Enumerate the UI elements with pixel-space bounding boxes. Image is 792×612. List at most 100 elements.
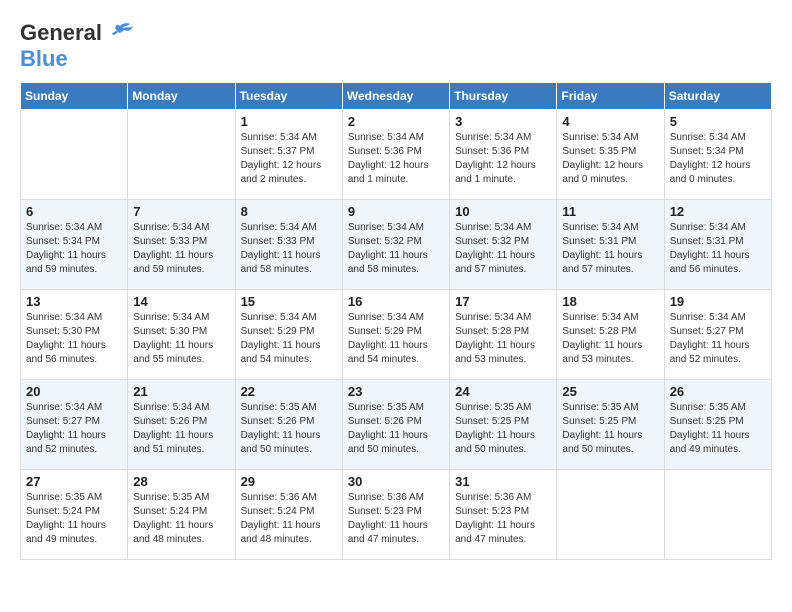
day-info: Sunrise: 5:34 AMSunset: 5:37 PMDaylight:… <box>241 131 337 187</box>
calendar-cell: 22Sunrise: 5:35 AMSunset: 5:26 PMDayligh… <box>235 380 342 470</box>
day-number: 4 <box>562 114 658 129</box>
day-number: 25 <box>562 384 658 399</box>
calendar-cell: 13Sunrise: 5:34 AMSunset: 5:30 PMDayligh… <box>21 290 128 380</box>
day-number: 21 <box>133 384 229 399</box>
day-number: 30 <box>348 474 444 489</box>
daylight-text: Daylight: 11 hours and 50 minutes. <box>562 429 658 457</box>
sunrise-text: Sunrise: 5:34 AM <box>455 131 551 145</box>
daylight-text: Daylight: 11 hours and 48 minutes. <box>241 519 337 547</box>
sunset-text: Sunset: 5:23 PM <box>455 505 551 519</box>
day-info: Sunrise: 5:35 AMSunset: 5:24 PMDaylight:… <box>26 491 122 547</box>
day-number: 12 <box>670 204 766 219</box>
day-info: Sunrise: 5:34 AMSunset: 5:31 PMDaylight:… <box>670 221 766 277</box>
calendar-week-4: 20 Sunrise: 5:34 AMSunset: 5:27 PMDayligh… <box>21 380 772 470</box>
day-number: 8 <box>241 204 337 219</box>
calendar-header-row: SundayMondayTuesdayWednesdayThursdayFrid… <box>21 83 772 110</box>
sunset-text: Sunset: 5:31 PM <box>562 235 658 249</box>
sunset-text: Sunset: 5:25 PM <box>562 415 658 429</box>
day-info: Sunrise: 5:34 AMSunset: 5:34 PMDaylight:… <box>670 131 766 187</box>
sunrise-text: Sunrise: 5:35 AM <box>241 401 337 415</box>
sunrise-text: Sunrise: 5:34 AM <box>133 311 229 325</box>
sunrise-text: Sunrise: 5:34 AM <box>241 221 337 235</box>
sunrise-text: Sunrise: 5:36 AM <box>241 491 337 505</box>
calendar-cell: 27 Sunrise: 5:35 AMSunset: 5:24 PMDayligh… <box>21 470 128 560</box>
day-number: 7 <box>133 204 229 219</box>
calendar-cell: 15Sunrise: 5:34 AMSunset: 5:29 PMDayligh… <box>235 290 342 380</box>
day-info: Sunrise: 5:34 AMSunset: 5:33 PMDaylight:… <box>133 221 229 277</box>
logo: General Blue <box>20 20 134 72</box>
calendar-cell: 2Sunrise: 5:34 AMSunset: 5:36 PMDaylight… <box>342 110 449 200</box>
daylight-text: Daylight: 11 hours and 50 minutes. <box>455 429 551 457</box>
day-number: 27 <box>26 474 122 489</box>
day-info: Sunrise: 5:34 AMSunset: 5:29 PMDaylight:… <box>348 311 444 367</box>
calendar-cell: 19Sunrise: 5:34 AMSunset: 5:27 PMDayligh… <box>664 290 771 380</box>
sunrise-text: Sunrise: 5:35 AM <box>562 401 658 415</box>
sunrise-text: Sunrise: 5:35 AM <box>26 491 122 505</box>
sunset-text: Sunset: 5:34 PM <box>26 235 122 249</box>
sunrise-text: Sunrise: 5:34 AM <box>241 131 337 145</box>
daylight-text: Daylight: 11 hours and 58 minutes. <box>348 249 444 277</box>
calendar-cell: 18Sunrise: 5:34 AMSunset: 5:28 PMDayligh… <box>557 290 664 380</box>
day-number: 14 <box>133 294 229 309</box>
calendar-cell: 4Sunrise: 5:34 AMSunset: 5:35 PMDaylight… <box>557 110 664 200</box>
daylight-text: Daylight: 11 hours and 47 minutes. <box>455 519 551 547</box>
daylight-text: Daylight: 12 hours and 0 minutes. <box>562 159 658 187</box>
sunrise-text: Sunrise: 5:36 AM <box>455 491 551 505</box>
calendar-cell <box>21 110 128 200</box>
sunrise-text: Sunrise: 5:35 AM <box>455 401 551 415</box>
day-number: 6 <box>26 204 122 219</box>
daylight-text: Daylight: 11 hours and 56 minutes. <box>26 339 122 367</box>
daylight-text: Daylight: 11 hours and 49 minutes. <box>26 519 122 547</box>
calendar-cell: 8 Sunrise: 5:34 AMSunset: 5:33 PMDaylight… <box>235 200 342 290</box>
sunrise-text: Sunrise: 5:34 AM <box>455 311 551 325</box>
calendar-cell: 30Sunrise: 5:36 AMSunset: 5:23 PMDayligh… <box>342 470 449 560</box>
day-number: 10 <box>455 204 551 219</box>
daylight-text: Daylight: 11 hours and 54 minutes. <box>348 339 444 367</box>
daylight-text: Daylight: 12 hours and 0 minutes. <box>670 159 766 187</box>
daylight-text: Daylight: 11 hours and 59 minutes. <box>26 249 122 277</box>
calendar-week-1: 1Sunrise: 5:34 AMSunset: 5:37 PMDaylight… <box>21 110 772 200</box>
sunrise-text: Sunrise: 5:34 AM <box>348 311 444 325</box>
day-info: Sunrise: 5:34 AMSunset: 5:27 PMDaylight:… <box>670 311 766 367</box>
logo-blue: Blue <box>20 46 68 71</box>
daylight-text: Daylight: 11 hours and 56 minutes. <box>670 249 766 277</box>
day-number: 20 <box>26 384 122 399</box>
day-number: 31 <box>455 474 551 489</box>
day-header-sunday: Sunday <box>21 83 128 110</box>
sunset-text: Sunset: 5:24 PM <box>133 505 229 519</box>
sunrise-text: Sunrise: 5:34 AM <box>455 221 551 235</box>
day-number: 24 <box>455 384 551 399</box>
daylight-text: Daylight: 11 hours and 53 minutes. <box>455 339 551 367</box>
day-header-thursday: Thursday <box>450 83 557 110</box>
daylight-text: Daylight: 12 hours and 1 minute. <box>348 159 444 187</box>
calendar-cell: 14Sunrise: 5:34 AMSunset: 5:30 PMDayligh… <box>128 290 235 380</box>
day-header-monday: Monday <box>128 83 235 110</box>
day-info: Sunrise: 5:34 AMSunset: 5:30 PMDaylight:… <box>26 311 122 367</box>
sunset-text: Sunset: 5:23 PM <box>348 505 444 519</box>
day-number: 2 <box>348 114 444 129</box>
sunrise-text: Sunrise: 5:35 AM <box>670 401 766 415</box>
day-info: Sunrise: 5:35 AMSunset: 5:24 PMDaylight:… <box>133 491 229 547</box>
day-info: Sunrise: 5:34 AMSunset: 5:33 PMDaylight:… <box>241 221 337 277</box>
calendar-cell: 23Sunrise: 5:35 AMSunset: 5:26 PMDayligh… <box>342 380 449 470</box>
calendar-cell: 21Sunrise: 5:34 AMSunset: 5:26 PMDayligh… <box>128 380 235 470</box>
sunset-text: Sunset: 5:30 PM <box>26 325 122 339</box>
sunset-text: Sunset: 5:31 PM <box>670 235 766 249</box>
calendar: SundayMondayTuesdayWednesdayThursdayFrid… <box>20 82 772 560</box>
sunrise-text: Sunrise: 5:34 AM <box>241 311 337 325</box>
sunrise-text: Sunrise: 5:34 AM <box>26 311 122 325</box>
day-header-wednesday: Wednesday <box>342 83 449 110</box>
day-number: 29 <box>241 474 337 489</box>
sunset-text: Sunset: 5:27 PM <box>670 325 766 339</box>
day-info: Sunrise: 5:34 AMSunset: 5:27 PMDaylight:… <box>26 401 122 457</box>
day-number: 16 <box>348 294 444 309</box>
sunset-text: Sunset: 5:26 PM <box>133 415 229 429</box>
day-info: Sunrise: 5:36 AMSunset: 5:24 PMDaylight:… <box>241 491 337 547</box>
day-number: 23 <box>348 384 444 399</box>
calendar-cell: 16 Sunrise: 5:34 AMSunset: 5:29 PMDayligh… <box>342 290 449 380</box>
day-number: 22 <box>241 384 337 399</box>
calendar-cell: 17Sunrise: 5:34 AMSunset: 5:28 PMDayligh… <box>450 290 557 380</box>
daylight-text: Daylight: 11 hours and 54 minutes. <box>241 339 337 367</box>
day-info: Sunrise: 5:36 AMSunset: 5:23 PMDaylight:… <box>455 491 551 547</box>
sunset-text: Sunset: 5:37 PM <box>241 145 337 159</box>
